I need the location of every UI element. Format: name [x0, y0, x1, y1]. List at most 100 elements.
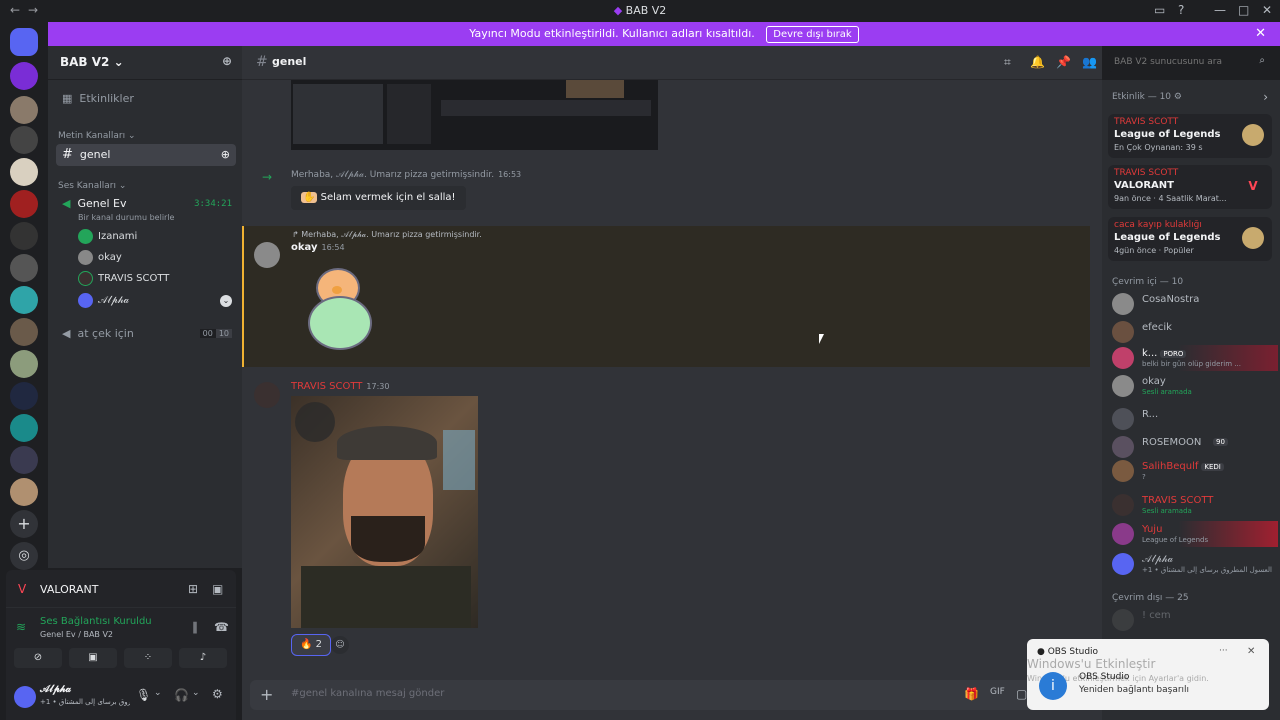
server-icon[interactable]: [10, 254, 38, 282]
server-icon[interactable]: [10, 382, 38, 410]
member-item[interactable]: efecik: [1112, 319, 1278, 345]
settings-gear-icon[interactable]: ⚙: [212, 687, 223, 701]
reply-preview[interactable]: ↱ Merhaba, 𝒜𝓁𝓅𝒽𝒶. Umarız pizza getirmişs…: [292, 230, 482, 240]
member-item[interactable]: ! cem: [1112, 607, 1278, 633]
category-text-channels[interactable]: Metin Kanalları ⌄: [58, 131, 136, 141]
attach-plus-icon[interactable]: +: [260, 685, 273, 704]
screen-share-button[interactable]: ▣: [69, 648, 117, 668]
add-reaction-icon[interactable]: ☺: [331, 636, 349, 654]
message-author[interactable]: TRAVIS SCOTT 17:30: [291, 381, 389, 392]
activity-bar[interactable]: V VALORANT ⊞ ▣: [6, 570, 236, 608]
server-icon[interactable]: [10, 126, 38, 154]
server-icon[interactable]: [10, 414, 38, 442]
voice-user[interactable]: TRAVIS SCOTT: [78, 270, 169, 288]
avatar[interactable]: [254, 242, 280, 268]
member-list-icon[interactable]: 👥: [1082, 55, 1097, 69]
activity-card[interactable]: TRAVIS SCOTT League of Legends En Çok Oy…: [1108, 114, 1272, 158]
search-box[interactable]: ⌕: [1108, 52, 1270, 72]
activity-card[interactable]: TRAVIS SCOTT VALORANT 9an önce · 4 Saatl…: [1108, 165, 1272, 209]
close-window-icon[interactable]: ✕: [1262, 3, 1272, 17]
voice-user[interactable]: okay: [78, 249, 122, 267]
avatar[interactable]: [254, 382, 280, 408]
message-input[interactable]: #genel kanalına mesaj gönder: [291, 688, 444, 699]
activity-card[interactable]: caca kayıp kulaklığı League of Legends 4…: [1108, 217, 1272, 261]
connection-status[interactable]: Ses Bağlantısı Kuruldu: [40, 616, 152, 627]
more-options-icon[interactable]: ···: [1219, 646, 1228, 656]
headphones-icon[interactable]: 🎧: [174, 688, 189, 702]
gamepad-icon[interactable]: ⊞: [188, 582, 198, 596]
events-item[interactable]: ▦ Etkinlikler: [56, 88, 236, 110]
member-item[interactable]: k... PORO belki bir gün olüp giderim ...: [1112, 345, 1278, 371]
server-icon[interactable]: [10, 286, 38, 314]
voice-channel-genel-ev[interactable]: ◀ Genel Ev 3:34:21: [56, 193, 236, 215]
server-icon[interactable]: [10, 446, 38, 474]
search-icon[interactable]: ⌕: [1259, 55, 1265, 66]
invite-icon[interactable]: ⊕: [222, 54, 232, 68]
server-icon[interactable]: [10, 318, 38, 346]
voice-channel-at-cek[interactable]: ◀ at çek için 00 10: [56, 323, 236, 345]
disconnect-icon[interactable]: ☎: [214, 620, 229, 634]
search-input[interactable]: [1108, 52, 1248, 72]
screen-share-icon[interactable]: ▣: [212, 582, 223, 596]
server-header[interactable]: BAB V2 ⌄ ⊕: [48, 46, 242, 80]
channel-status[interactable]: Bir kanal durumu belirle: [78, 213, 174, 222]
microphone-icon[interactable]: 🎙: [136, 688, 151, 702]
gift-icon[interactable]: 🎁: [964, 687, 979, 701]
wave-button[interactable]: ✋ Selam vermek için el salla!: [291, 186, 466, 210]
server-icon[interactable]: [10, 222, 38, 250]
discord-home-icon[interactable]: [10, 28, 38, 56]
voice-user[interactable]: Izanami: [78, 228, 137, 246]
member-item[interactable]: TRAVIS SCOTT Sesli aramada: [1112, 492, 1278, 518]
server-icon[interactable]: [10, 158, 38, 186]
message-highlighted[interactable]: ↱ Merhaba, 𝒜𝓁𝓅𝒽𝒶. Umarız pizza getirmişs…: [242, 226, 1090, 367]
server-icon[interactable]: [10, 62, 38, 90]
noise-suppression-icon[interactable]: ∥: [192, 620, 198, 634]
explore-icon[interactable]: ◎: [10, 542, 38, 570]
member-item[interactable]: okay Sesli aramada: [1112, 373, 1278, 399]
member-item[interactable]: CosaNostra: [1112, 291, 1278, 317]
camera-button[interactable]: ⊘: [14, 648, 62, 668]
member-item[interactable]: ROSEMOON 90: [1112, 434, 1278, 460]
help-icon[interactable]: ?: [1178, 3, 1184, 17]
member-item[interactable]: Yuju League of Legends: [1112, 521, 1278, 547]
soundboard-button[interactable]: ♪: [179, 648, 227, 668]
signal-icon[interactable]: ≋: [16, 620, 26, 634]
member-item[interactable]: 𝒜𝓁𝓅𝒽𝒶 +1 • العسول المطروق برسای إلى المشت…: [1112, 551, 1278, 577]
member-item[interactable]: R...: [1112, 406, 1278, 432]
close-banner-icon[interactable]: ✕: [1255, 22, 1266, 46]
sticker-icon[interactable]: ▢: [1016, 687, 1027, 701]
bird-sticker[interactable]: [302, 266, 380, 358]
bell-icon[interactable]: 🔔: [1030, 55, 1045, 69]
image-attachment[interactable]: [291, 396, 478, 628]
pin-icon[interactable]: 📌: [1056, 55, 1071, 69]
add-member-icon[interactable]: ⊕: [221, 144, 230, 166]
reaction-fire[interactable]: 🔥 2: [291, 634, 332, 656]
gif-icon[interactable]: GIF: [990, 687, 1005, 697]
chevron-right-icon[interactable]: ›: [1263, 90, 1268, 104]
maximize-icon[interactable]: □: [1238, 3, 1249, 17]
add-server-icon[interactable]: +: [10, 510, 38, 538]
chevron-down-icon[interactable]: ⌄: [220, 295, 232, 307]
channel-genel[interactable]: # genel ⊕: [56, 144, 236, 166]
chevron-down-icon[interactable]: ⌄: [192, 688, 200, 698]
message-author[interactable]: okay 16:54: [291, 242, 345, 253]
avatar[interactable]: [14, 686, 36, 708]
connection-channel[interactable]: Genel Ev / BAB V2: [40, 630, 113, 639]
threads-icon[interactable]: ⌗: [1004, 55, 1011, 70]
member-item[interactable]: SalihBequlf KEDI?: [1112, 458, 1278, 484]
inbox-icon[interactable]: ▭: [1154, 3, 1165, 17]
obs-notification[interactable]: ● OBS Studio ··· ✕ Windows'u Etkinleştir…: [1027, 639, 1269, 710]
disable-streamer-mode-button[interactable]: Devre dışı bırak: [766, 26, 859, 43]
category-voice-channels[interactable]: Ses Kanalları ⌄: [58, 181, 126, 191]
server-icon[interactable]: [10, 478, 38, 506]
voice-user[interactable]: 𝒜𝓁𝓅𝒽𝒶: [78, 292, 129, 310]
server-icon[interactable]: [10, 190, 38, 218]
server-icon[interactable]: [10, 350, 38, 378]
minimize-icon[interactable]: —: [1214, 3, 1226, 17]
image-attachment[interactable]: [291, 80, 658, 150]
activities-button[interactable]: ⁘: [124, 648, 172, 668]
username[interactable]: 𝒜𝓁𝓅𝒽𝒶: [40, 684, 71, 695]
chevron-down-icon[interactable]: ⌄: [154, 688, 162, 698]
close-icon[interactable]: ✕: [1247, 646, 1255, 657]
server-icon[interactable]: [10, 96, 38, 124]
